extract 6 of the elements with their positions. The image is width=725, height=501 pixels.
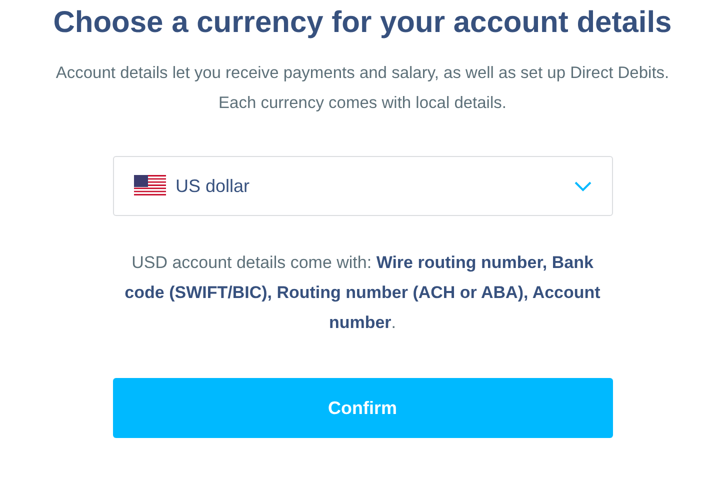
currency-select[interactable]: US dollar bbox=[112, 156, 612, 216]
flag-icon bbox=[134, 175, 166, 197]
details-note: USD account details come with: Wire routing number, Bank code (SWIFT/BIC), Routing number (ACH or ABA), Account number. bbox=[124, 252, 602, 334]
description-text: Account details let you receive payments and salary, as well as set up Direct Debits. Each currency comes with local details. bbox=[54, 63, 670, 114]
chevron-down-icon bbox=[574, 180, 592, 192]
page-title: Choose a currency for your account details bbox=[53, 6, 672, 40]
